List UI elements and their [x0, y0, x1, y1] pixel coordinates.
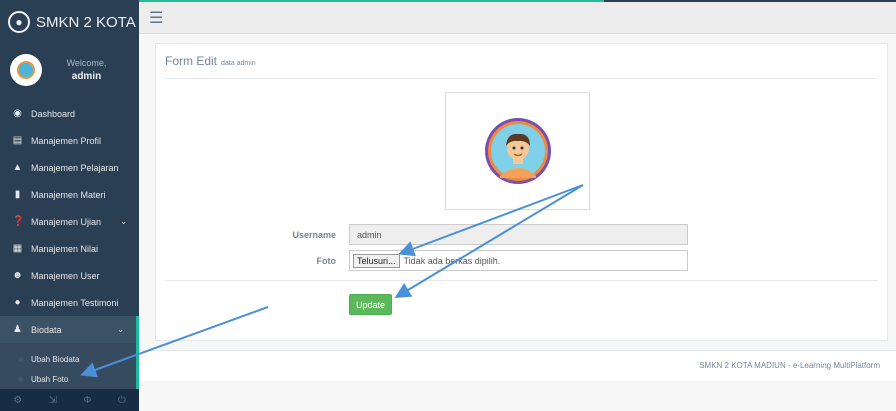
- dashboard-icon: ◉: [13, 108, 22, 119]
- sidebar-item-label: Manajemen Testimoni: [31, 297, 119, 308]
- progress-accent: [139, 0, 604, 2]
- footer-text: SMKN 2 KOTA MADIUN - e-Learning MultiPla…: [699, 361, 880, 370]
- sidebar-item-manajemen-nilai[interactable]: ▦ Manajemen Nilai: [0, 235, 139, 262]
- question-icon: ❓: [12, 216, 25, 227]
- sidebar-item-label: Manajemen Profil: [31, 135, 102, 146]
- main-content: Form Edit data admin Username admin Foto …: [139, 34, 896, 411]
- chevron-down-icon: ⌄: [117, 325, 124, 334]
- paw-icon: ●: [8, 11, 30, 33]
- brand-name: SMKN 2 KOTA: [36, 13, 136, 31]
- sidebar-menu: ◉ Dashboard ▤ Manajemen Profil ▲ Manajemen …: [0, 100, 139, 343]
- bank-icon: ▤: [12, 135, 23, 146]
- sidebar-item-manajemen-profil[interactable]: ▤ Manajemen Profil: [0, 127, 139, 154]
- sidebar-item-label: Manajemen Ujian: [31, 216, 102, 227]
- sidebar-footer: ⚙ ⇲ Φ ⏻: [0, 389, 139, 411]
- fullscreen-icon[interactable]: ⇲: [49, 395, 57, 406]
- sidebar-item-label: Dashboard: [31, 108, 76, 119]
- form-title: Form Edit data admin: [165, 54, 256, 68]
- form-subtitle: data admin: [221, 60, 256, 67]
- graduation-cap-icon: ▲: [12, 162, 23, 173]
- form-panel: Form Edit data admin Username admin Foto …: [155, 43, 888, 341]
- submenu-item-ubah-biodata[interactable]: Ubah Biodata: [0, 349, 136, 369]
- browse-button[interactable]: Telusuri...: [353, 253, 400, 268]
- biodata-submenu: Ubah Biodata Ubah Foto: [0, 343, 139, 393]
- chevron-down-icon: ⌄: [120, 217, 127, 226]
- sidebar-item-dashboard[interactable]: ◉ Dashboard: [0, 100, 139, 127]
- profile-username: admin: [71, 71, 102, 82]
- submenu-item-ubah-foto[interactable]: Ubah Foto: [0, 369, 136, 389]
- sidebar-item-manajemen-ujian[interactable]: ❓ Manajemen Ujian ⌄: [0, 208, 139, 235]
- avatar: [10, 54, 42, 86]
- welcome-text: Welcome,: [66, 58, 107, 68]
- submenu-item-label: Ubah Biodata: [31, 354, 80, 364]
- sidebar-item-manajemen-testimoni[interactable]: ● Manajemen Testimoni: [0, 289, 139, 316]
- file-status: Tidak ada berkas dipilih.: [403, 255, 501, 266]
- brand[interactable]: ● SMKN 2 KOTA: [0, 0, 139, 44]
- eye-slash-icon[interactable]: Φ: [83, 395, 91, 406]
- avatar-illustration: [484, 118, 551, 184]
- profile-photo: [445, 92, 590, 210]
- sidebar-item-manajemen-materi[interactable]: ▮ Manajemen Materi: [0, 181, 139, 208]
- comments-icon: ●: [14, 297, 21, 308]
- file-icon: ▮: [14, 189, 21, 200]
- username-label: Username: [292, 230, 336, 240]
- sidebar-item-biodata[interactable]: ♟ Biodata ⌄: [0, 316, 139, 343]
- top-nav: ☰: [139, 0, 896, 34]
- submenu-item-label: Ubah Foto: [31, 374, 69, 384]
- page-footer: SMKN 2 KOTA MADIUN - e-Learning MultiPla…: [139, 350, 896, 381]
- sidebar: ● SMKN 2 KOTA Welcome, admin ◉ Dashboard …: [0, 0, 139, 411]
- sidebar-item-label: Manajemen User: [31, 270, 100, 281]
- sidebar-item-label: Manajemen Nilai: [31, 243, 99, 254]
- sidebar-item-manajemen-pelajaran[interactable]: ▲ Manajemen Pelajaran: [0, 154, 139, 181]
- sidebar-item-label: Biodata: [31, 324, 62, 335]
- username-value: admin: [357, 229, 382, 240]
- profile: Welcome, admin: [0, 44, 139, 100]
- power-icon[interactable]: ⏻: [118, 395, 126, 406]
- foto-file-input[interactable]: Telusuri... Tidak ada berkas dipilih.: [349, 250, 688, 271]
- username-input[interactable]: admin: [349, 224, 688, 245]
- foto-label: Foto: [316, 256, 337, 266]
- menu-toggle-icon[interactable]: ☰: [149, 8, 163, 28]
- table-icon: ▦: [12, 243, 23, 254]
- settings-icon[interactable]: ⚙: [13, 395, 22, 406]
- users-icon: ☻: [12, 270, 23, 281]
- update-button[interactable]: Update: [349, 294, 392, 315]
- sidebar-item-label: Manajemen Materi: [31, 189, 106, 200]
- sidebar-item-manajemen-user[interactable]: ☻ Manajemen User: [0, 262, 139, 289]
- user-icon: ♟: [13, 324, 22, 335]
- sidebar-item-label: Manajemen Pelajaran: [31, 162, 119, 173]
